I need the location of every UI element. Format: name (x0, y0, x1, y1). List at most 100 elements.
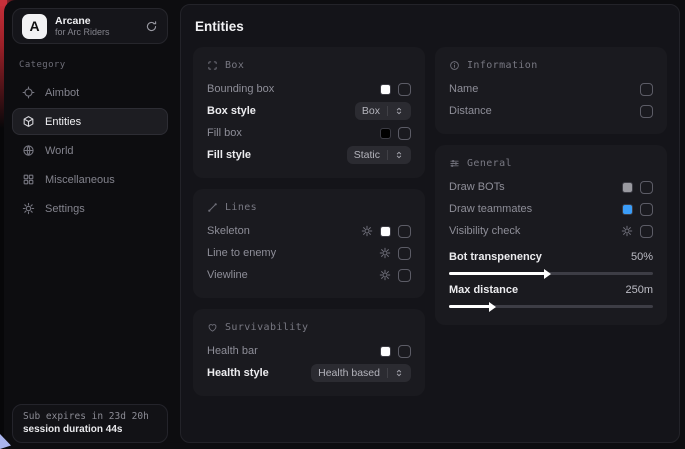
lines-icon (207, 202, 218, 213)
setting-label: Bounding box (207, 83, 274, 95)
color-swatch[interactable] (380, 128, 391, 139)
right-column: Information Name Distance (435, 47, 667, 325)
setting-row: Fill style Static (207, 144, 411, 166)
slider-fill (449, 272, 545, 275)
information-panel: Information Name Distance (435, 47, 667, 134)
session-duration-text: session duration 44s (23, 424, 157, 435)
setting-label: Draw BOTs (449, 181, 505, 193)
health-style-dropdown[interactable]: Health based (311, 364, 411, 382)
general-panel: General Draw BOTs Draw teammates (435, 145, 667, 325)
app-name: Arcane (55, 15, 137, 27)
color-swatch[interactable] (380, 226, 391, 237)
app-subtitle: for Arc Riders (55, 27, 137, 37)
sidebar-item-label: Miscellaneous (45, 174, 115, 186)
fill-style-dropdown[interactable]: Static (347, 146, 411, 164)
slider-thumb[interactable] (544, 269, 551, 279)
globe-icon (22, 144, 35, 157)
skeleton-checkbox[interactable] (398, 225, 411, 238)
slider-value: 50% (631, 251, 653, 263)
setting-label: Name (449, 83, 478, 95)
gear-icon[interactable] (621, 225, 633, 237)
left-column: Box Bounding box Box style (193, 47, 425, 396)
draw-teammates-checkbox[interactable] (640, 203, 653, 216)
setting-row: Line to enemy (207, 242, 411, 264)
fill-box-checkbox[interactable] (398, 127, 411, 140)
survivability-panel: Survivability Health bar Health style (193, 309, 425, 396)
draw-bots-checkbox[interactable] (640, 181, 653, 194)
slider-value: 250m (625, 284, 653, 296)
setting-row: Box style Box (207, 100, 411, 122)
color-swatch[interactable] (380, 84, 391, 95)
gear-icon[interactable] (379, 247, 391, 259)
bounding-box-checkbox[interactable] (398, 83, 411, 96)
color-swatch[interactable] (622, 182, 633, 193)
setting-label: Skeleton (207, 225, 250, 237)
sidebar-item-settings[interactable]: Settings (12, 195, 168, 222)
lines-panel-header: Lines (207, 199, 411, 215)
health-bar-checkbox[interactable] (398, 345, 411, 358)
sidebar-item-label: Aimbot (45, 87, 79, 99)
setting-row: Fill box (207, 122, 411, 144)
reload-icon[interactable] (145, 20, 158, 33)
app-window: A Arcane for Arc Riders Category Aimbot (0, 0, 685, 449)
panel-title: General (467, 158, 512, 169)
setting-row: Skeleton (207, 220, 411, 242)
setting-label: Fill style (207, 149, 251, 161)
setting-row: Draw teammates (449, 198, 653, 220)
color-swatch[interactable] (622, 204, 633, 215)
slider-label: Bot transpenency (449, 251, 542, 263)
crosshair-icon (22, 86, 35, 99)
setting-row: Health bar (207, 340, 411, 362)
name-checkbox[interactable] (640, 83, 653, 96)
setting-label: Visibility check (449, 225, 520, 237)
sidebar-item-aimbot[interactable]: Aimbot (12, 79, 168, 106)
line-to-enemy-checkbox[interactable] (398, 247, 411, 260)
dropdown-value: Static (354, 149, 380, 161)
panel-title: Survivability (225, 322, 308, 333)
sidebar-item-miscellaneous[interactable]: Miscellaneous (12, 166, 168, 193)
cube-icon (22, 115, 35, 128)
bot-transparency-slider[interactable] (449, 272, 653, 275)
slider-thumb[interactable] (489, 302, 496, 312)
mouse-cursor (0, 431, 14, 449)
sidebar-item-label: World (45, 145, 74, 157)
survivability-panel-header: Survivability (207, 319, 411, 335)
overlay-window: A Arcane for Arc Riders Category Aimbot (4, 0, 685, 449)
chevron-up-down-icon (387, 368, 404, 378)
page-title: Entities (195, 19, 667, 34)
information-icon (449, 60, 460, 71)
max-distance-slider-group: Max distance 250m (449, 282, 653, 308)
max-distance-slider[interactable] (449, 305, 653, 308)
general-sliders-icon (449, 158, 460, 169)
subscription-card: Sub expires in 23d 20h session duration … (12, 404, 168, 443)
app-logo: A (22, 14, 47, 39)
color-swatch[interactable] (380, 346, 391, 357)
sidebar-header-card: A Arcane for Arc Riders (12, 8, 168, 44)
setting-row: Name (449, 78, 653, 100)
information-panel-header: Information (449, 57, 653, 73)
sidebar-item-entities[interactable]: Entities (12, 108, 168, 135)
survivability-icon (207, 322, 218, 333)
sidebar-item-label: Settings (45, 203, 85, 215)
setting-label: Distance (449, 105, 492, 117)
sub-expiry-text: Sub expires in 23d 20h (23, 411, 157, 422)
chevron-up-down-icon (387, 106, 404, 116)
setting-label: Health style (207, 367, 269, 379)
distance-checkbox[interactable] (640, 105, 653, 118)
setting-label: Box style (207, 105, 256, 117)
general-panel-header: General (449, 155, 653, 171)
panel-title: Box (225, 60, 244, 71)
gear-icon[interactable] (361, 225, 373, 237)
grid-icon (22, 173, 35, 186)
visibility-check-checkbox[interactable] (640, 225, 653, 238)
chevron-up-down-icon (387, 150, 404, 160)
setting-row: Draw BOTs (449, 176, 653, 198)
box-panel: Box Bounding box Box style (193, 47, 425, 178)
gear-icon[interactable] (379, 269, 391, 281)
bot-transparency-slider-group: Bot transpenency 50% (449, 249, 653, 275)
dropdown-value: Health based (318, 367, 380, 379)
box-style-dropdown[interactable]: Box (355, 102, 411, 120)
viewline-checkbox[interactable] (398, 269, 411, 282)
sidebar-item-world[interactable]: World (12, 137, 168, 164)
box-panel-header: Box (207, 57, 411, 73)
